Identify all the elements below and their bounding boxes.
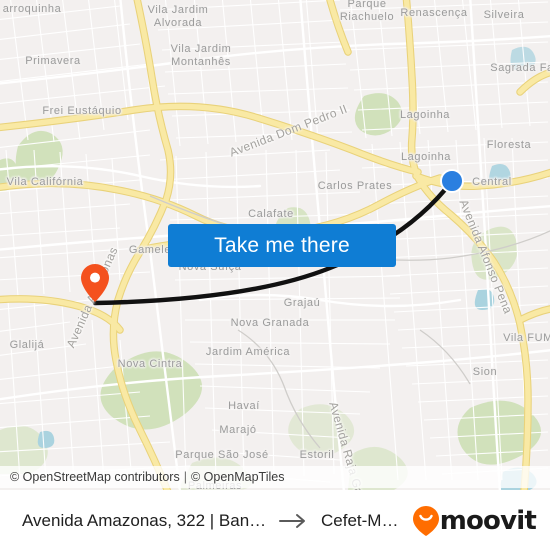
moovit-wordmark: moovit: [439, 506, 537, 536]
route-summary[interactable]: Avenida Amazonas, 322 | Banco Bra... Cef…: [0, 511, 413, 531]
destination-dot[interactable]: [440, 169, 464, 193]
route-origin-label: Avenida Amazonas, 322 | Banco Bra...: [22, 511, 268, 530]
map-pin-icon[interactable]: [81, 264, 109, 302]
attribution-separator: |: [183, 470, 187, 484]
attribution-osm[interactable]: © OpenStreetMap contributors: [10, 470, 180, 484]
moovit-map-screen: arroquinha Vila Jardim Alvorada Parque Ria…: [0, 0, 550, 550]
moovit-logo[interactable]: moovit: [412, 506, 550, 536]
map-attribution: © OpenStreetMap contributors | © OpenMap…: [0, 466, 550, 488]
moovit-pin-icon: [412, 506, 439, 536]
route-destination-label: Cefet-Mg - ...: [321, 511, 405, 530]
bottom-bar: Avenida Amazonas, 322 | Banco Bra... Cef…: [0, 490, 550, 550]
attribution-openmaptiles[interactable]: © OpenMapTiles: [191, 470, 285, 484]
arrow-right-icon: [279, 513, 309, 529]
map-canvas[interactable]: arroquinha Vila Jardim Alvorada Parque Ria…: [0, 0, 550, 490]
take-me-there-button[interactable]: Take me there: [168, 224, 396, 267]
